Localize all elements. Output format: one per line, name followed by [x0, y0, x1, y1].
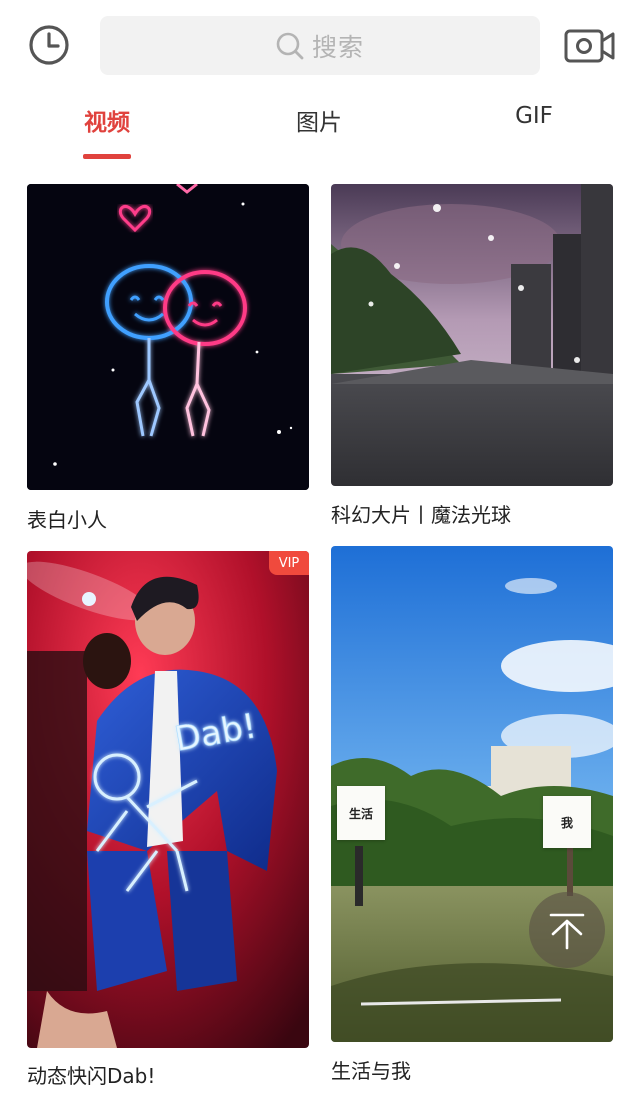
video-camera-button[interactable]: [563, 24, 617, 68]
arrow-up-to-top-icon: [549, 913, 585, 950]
sign-me: 我: [543, 796, 591, 848]
vip-badge: VIP: [269, 551, 309, 575]
dab-dancer-art: Dab!: [27, 551, 309, 1048]
scifi-road-art: [331, 184, 613, 486]
video-camera-icon: [564, 29, 615, 63]
card-title-4: 生活与我: [331, 1059, 411, 1083]
tab-image[interactable]: 图片: [272, 103, 366, 143]
clock-icon: [29, 25, 69, 65]
video-thumbnail-dab[interactable]: Dab! VIP: [27, 551, 309, 1048]
sign-life: 生活: [337, 786, 385, 840]
history-button[interactable]: [28, 24, 70, 66]
neon-couple-art: [27, 184, 309, 490]
back-to-top-button[interactable]: [529, 892, 605, 968]
tab-gif[interactable]: GIF: [487, 103, 581, 143]
search-icon: [276, 32, 304, 59]
search-input[interactable]: 搜索: [100, 16, 540, 75]
tab-indicator: [83, 154, 131, 159]
video-thumbnail-scifi-road[interactable]: [331, 184, 613, 486]
watermark-text: 知乎 @刘星文: [508, 1061, 616, 1081]
tab-video[interactable]: 视频: [60, 103, 154, 143]
video-thumbnail-neon-couple[interactable]: [27, 184, 309, 490]
card-title-2: 科幻大片丨魔法光球: [331, 503, 511, 527]
card-title-3: 动态快闪Dab!: [27, 1064, 156, 1088]
card-title-1: 表白小人: [27, 508, 107, 532]
search-placeholder: 搜索: [311, 32, 364, 62]
